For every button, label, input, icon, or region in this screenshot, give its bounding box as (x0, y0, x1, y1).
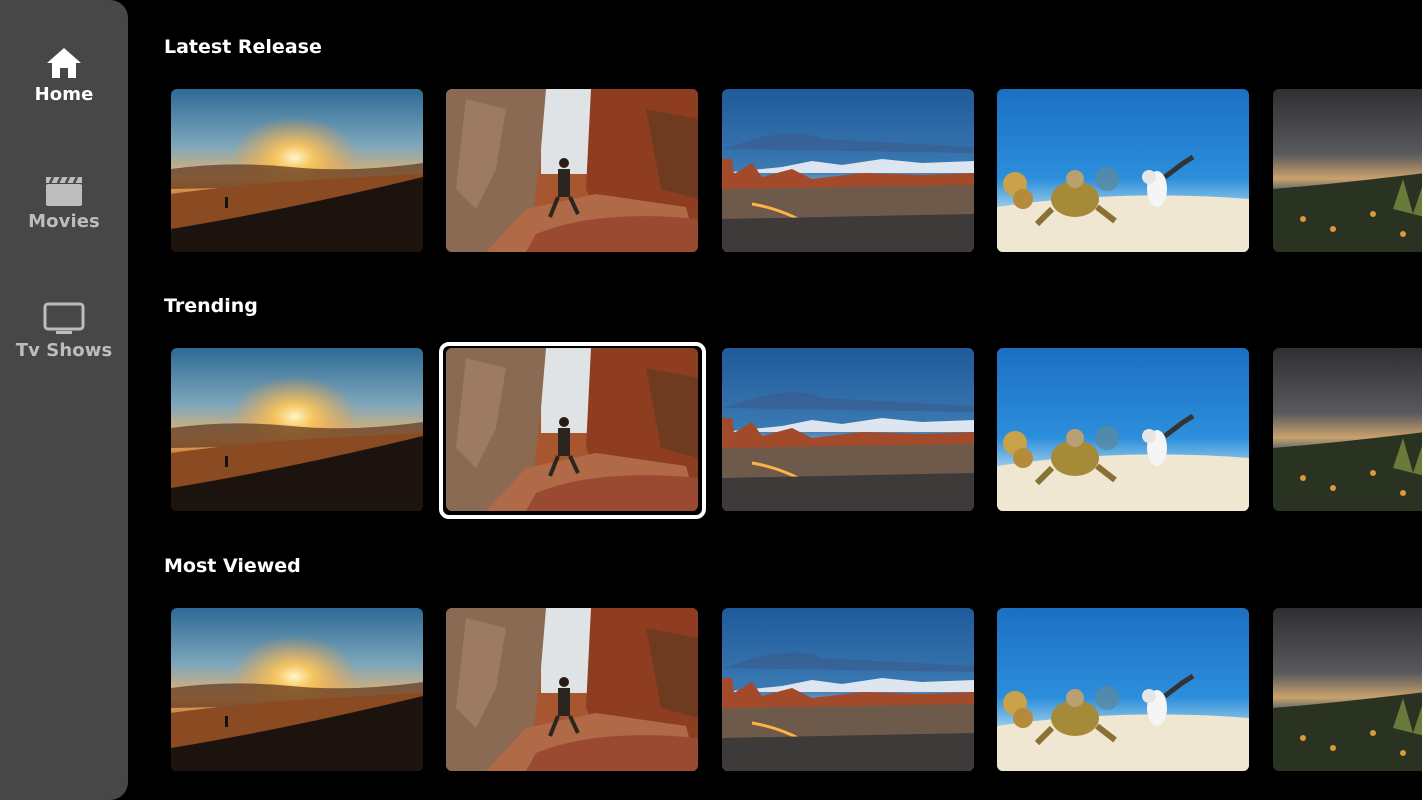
thumbnail-canyon-hiker[interactable] (446, 608, 698, 771)
sidebar-item-label: Movies (28, 211, 100, 232)
sidebar-item-label: Tv Shows (15, 340, 113, 361)
thumbnail-red-rock-desert[interactable] (722, 89, 974, 252)
row-title-most-viewed: Most Viewed (164, 555, 301, 577)
sidebar-nav: Home Movies Tv Shows (0, 0, 128, 800)
thumbnail-desert-sunset[interactable] (171, 608, 423, 771)
thumbnail-stormy-coast[interactable] (1273, 348, 1422, 511)
row-title-trending: Trending (164, 295, 258, 317)
clapperboard-icon (46, 176, 82, 206)
thumbnail-desert-sunset[interactable] (171, 348, 423, 511)
sidebar-item-tv-shows[interactable]: Tv Shows (0, 302, 128, 361)
thumbnail-canyon-hiker-focused[interactable] (446, 348, 698, 511)
thumbnail-red-rock-desert[interactable] (722, 608, 974, 771)
home-icon (47, 48, 81, 78)
thumbnail-canyon-hiker[interactable] (446, 89, 698, 252)
thumbnail-stormy-coast[interactable] (1273, 89, 1422, 252)
thumbnail-underwater-turtle[interactable] (997, 608, 1249, 771)
thumbnail-underwater-turtle[interactable] (997, 89, 1249, 252)
sidebar-item-home[interactable]: Home (0, 46, 128, 105)
sidebar-item-movies[interactable]: Movies (0, 175, 128, 232)
tv-icon (43, 302, 85, 334)
thumbnail-stormy-coast[interactable] (1273, 608, 1422, 771)
thumbnail-red-rock-desert[interactable] (722, 348, 974, 511)
sidebar-item-label: Home (34, 84, 94, 105)
row-title-latest-release: Latest Release (164, 36, 322, 58)
thumbnail-desert-sunset[interactable] (171, 89, 423, 252)
thumbnail-underwater-turtle[interactable] (997, 348, 1249, 511)
